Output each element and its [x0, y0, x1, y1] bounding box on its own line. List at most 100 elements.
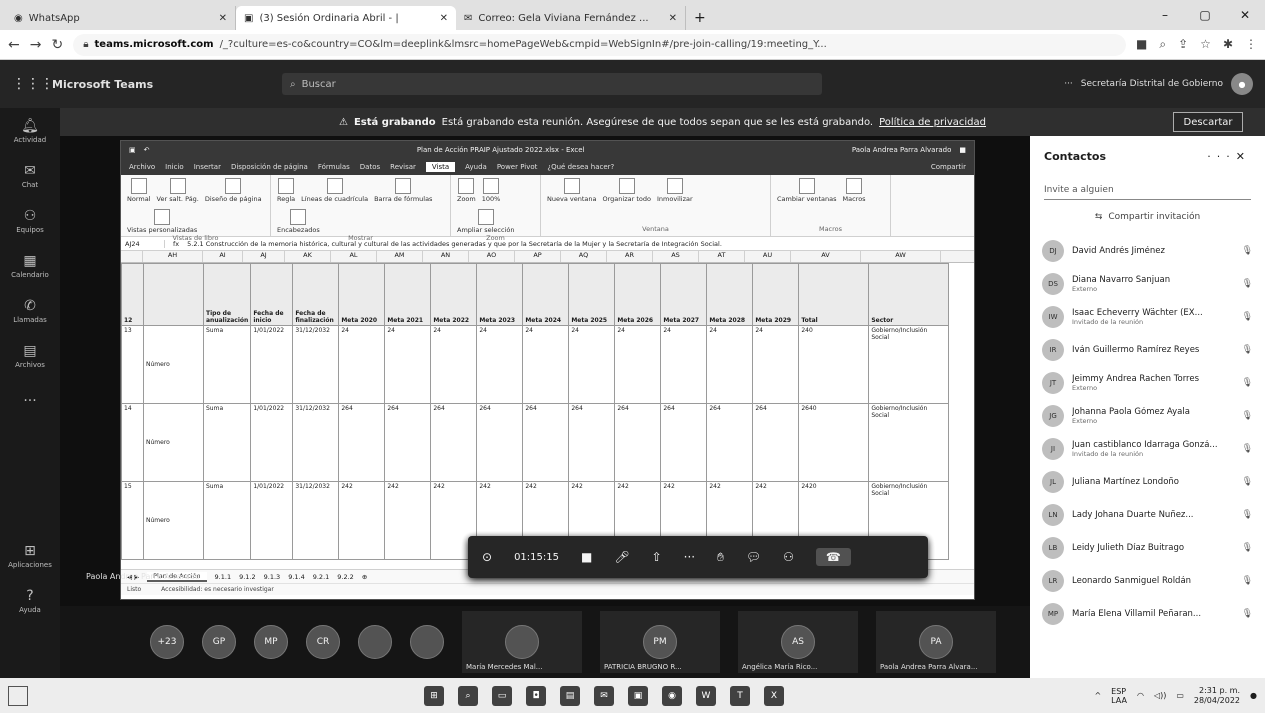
rail-item-actividad[interactable]: 🔔︎ Actividad	[0, 108, 60, 153]
table-cell[interactable]: 264	[660, 403, 708, 482]
column-header[interactable]: AH	[143, 251, 203, 262]
table-cell[interactable]: 31/12/2032	[292, 403, 340, 482]
participant-tile[interactable]: María Mercedes Mal...	[462, 611, 582, 673]
row-number[interactable]: 14	[121, 403, 144, 482]
privacy-link[interactable]: Política de privacidad	[879, 117, 986, 128]
share-screen-icon[interactable]: ⇧	[652, 550, 662, 564]
chevron-up-icon[interactable]: ^	[1094, 691, 1101, 700]
dismiss-button[interactable]: Descartar	[1173, 112, 1243, 132]
column-header[interactable]: AU	[745, 251, 791, 262]
status-accessibility[interactable]: Accesibilidad: es necesario investigar	[161, 586, 274, 593]
menu-icon[interactable]: ⋮	[1245, 37, 1257, 52]
name-box[interactable]: AJ24	[125, 239, 165, 248]
rail-item-aplicaciones[interactable]: ⊞ Aplicaciones	[0, 533, 60, 578]
close-window-icon[interactable]: ✕	[1225, 8, 1265, 22]
rail-item-archivos[interactable]: ▤ Archivos	[0, 333, 60, 378]
column-header-cell[interactable]: Meta 2027	[660, 263, 708, 326]
close-icon[interactable]: ✕	[669, 13, 677, 24]
table-cell[interactable]: 24	[706, 325, 754, 404]
sheet-tab[interactable]: 9.1.1	[215, 573, 232, 581]
star-icon[interactable]: ☆	[1200, 37, 1211, 52]
column-header-cell[interactable]: Total	[798, 263, 870, 326]
ribbon-button[interactable]: Normal	[127, 178, 151, 203]
table-cell[interactable]: 24	[660, 325, 708, 404]
extension-icon[interactable]: ✱	[1223, 37, 1233, 52]
save-icon[interactable]: ▣	[129, 146, 136, 154]
table-cell[interactable]: Gobierno/Inclusión Social	[868, 403, 950, 482]
column-header-cell[interactable]: Fecha de inicio	[250, 263, 294, 326]
table-cell[interactable]: 24	[384, 325, 432, 404]
column-header-cell[interactable]: Tipo de anualización	[202, 263, 252, 326]
maximize-icon[interactable]: ▢	[1185, 8, 1225, 22]
table-cell[interactable]: 240	[798, 325, 870, 404]
column-header[interactable]: AN	[423, 251, 469, 262]
volume-icon[interactable]: ◁))	[1154, 691, 1166, 700]
app-launcher-icon[interactable]: ⋮⋮⋮	[12, 76, 54, 92]
sheet-tab[interactable]: 9.1.2	[239, 573, 256, 581]
ribbon-button[interactable]: Barra de fórmulas	[374, 178, 432, 203]
rail-item-more[interactable]: ···	[0, 378, 60, 423]
column-header[interactable]: AV	[791, 251, 861, 262]
notification-icon[interactable]: ●	[1250, 691, 1257, 700]
ribbon-tab[interactable]: Power Pivot	[497, 163, 538, 171]
column-header-cell[interactable]: Meta 2021	[384, 263, 432, 326]
contact-item[interactable]: DJ David Andrés Jiménez 🎙︎	[1030, 234, 1265, 267]
ribbon-button[interactable]: Zoom	[457, 178, 476, 203]
chat-icon[interactable]: ◘	[526, 685, 546, 706]
word-icon[interactable]: W	[696, 685, 716, 706]
column-header-cell[interactable]: Sector	[868, 263, 950, 326]
column-header[interactable]: AI	[203, 251, 243, 262]
column-header[interactable]: AT	[699, 251, 745, 262]
ribbon-button[interactable]: Encabezados	[277, 209, 320, 234]
participant-tile[interactable]: AS Angélica María Rico...	[738, 611, 858, 673]
ribbon-button[interactable]: Macros	[843, 178, 866, 203]
ribbon-button[interactable]: Vistas personalizadas	[127, 209, 197, 234]
close-icon[interactable]: ✕	[219, 13, 227, 24]
table-cell[interactable]: 264	[522, 403, 570, 482]
sheet-tab[interactable]: 9.1.4	[288, 573, 305, 581]
more-icon[interactable]: ···	[1064, 79, 1073, 89]
contact-item[interactable]: LB Leidy Julieth Díaz Buitrago 🎙︎	[1030, 531, 1265, 564]
contact-item[interactable]: JT Jeimmy Andrea Rachen Torres Externo 🎙︎	[1030, 366, 1265, 399]
ribbon-button[interactable]: Diseño de página	[205, 178, 262, 203]
table-cell[interactable]: 264	[568, 403, 616, 482]
people-icon[interactable]: ⚇	[783, 550, 794, 564]
ribbon-tab[interactable]: Vista	[425, 162, 456, 172]
column-header-cell[interactable]: Meta 2024	[522, 263, 570, 326]
wifi-icon[interactable]: ◠	[1137, 691, 1144, 700]
mail-icon[interactable]: ✉	[594, 685, 614, 706]
table-cell[interactable]: Suma	[202, 403, 252, 482]
contact-item[interactable]: IW Isaac Echeverry Wächter (EX... Invitado…	[1030, 300, 1265, 333]
table-cell[interactable]: 242	[338, 481, 386, 560]
table-cell[interactable]: 264	[338, 403, 386, 482]
share-icon[interactable]: ⇪	[1178, 37, 1188, 52]
start-icon[interactable]: ⊞	[424, 685, 444, 706]
camera-icon[interactable]: ■	[581, 550, 592, 564]
row-number[interactable]: 13	[121, 325, 144, 404]
column-header-cell[interactable]: Meta 2022	[430, 263, 478, 326]
sheet-tab[interactable]: 9.2.2	[337, 573, 354, 581]
ribbon-button[interactable]: Líneas de cuadrícula	[301, 178, 368, 203]
table-cell[interactable]: 1/01/2022	[250, 325, 294, 404]
contact-item[interactable]: MP María Elena Villamil Peñaran... 🎙︎	[1030, 597, 1265, 630]
ribbon-tab[interactable]: ¿Qué desea hacer?	[547, 163, 614, 171]
rail-item-calendario[interactable]: ▦ Calendario	[0, 243, 60, 288]
column-header-cell[interactable]: Fecha de finalización	[292, 263, 340, 326]
forward-icon[interactable]: →	[30, 37, 42, 53]
share-button[interactable]: Compartir	[931, 163, 966, 171]
contact-item[interactable]: LR Leonardo Sanmiguel Roldán 🎙︎	[1030, 564, 1265, 597]
table-cell[interactable]: 24	[568, 325, 616, 404]
column-header[interactable]: AM	[377, 251, 423, 262]
excel-icon[interactable]: X	[764, 685, 784, 706]
table-cell[interactable]: 24	[338, 325, 386, 404]
back-icon[interactable]: ←	[8, 37, 20, 53]
row-number[interactable]: 15	[121, 481, 144, 560]
contact-item[interactable]: DS Diana Navarro Sanjuan Externo 🎙︎	[1030, 267, 1265, 300]
store-icon[interactable]: ▣	[628, 685, 648, 706]
participant-tile[interactable]: PM PATRICIA BRUGNO R...	[600, 611, 720, 673]
table-cell[interactable]: Número	[143, 481, 204, 560]
participant-avatar[interactable]: GP	[202, 625, 236, 659]
spreadsheet-grid[interactable]: AH AI AJ AK AL AM AN AO AP AQ AR AS AT AU AV AW 12 Tipo …	[121, 251, 974, 569]
zoom-icon[interactable]: ⌕	[1159, 37, 1166, 52]
column-header[interactable]: AR	[607, 251, 653, 262]
